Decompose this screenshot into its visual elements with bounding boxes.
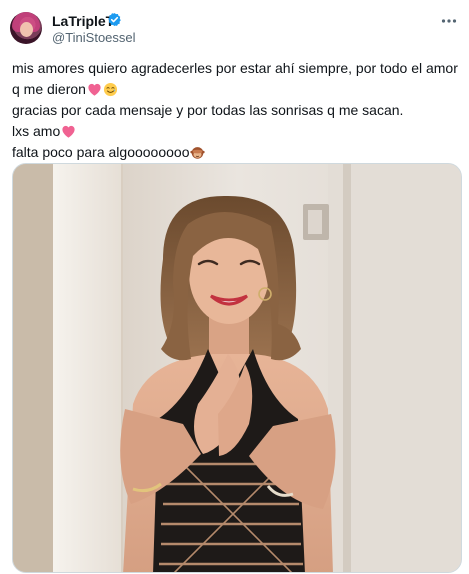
- see-no-evil-monkey-icon: [190, 147, 206, 159]
- tweet-line-4: lxs amo: [12, 121, 462, 142]
- more-options-icon[interactable]: [440, 12, 458, 30]
- tweet-line-5: falta poco para algoooooooo: [12, 142, 462, 163]
- tweet-line-3: gracias por cada mensaje y por todas las…: [12, 102, 404, 118]
- verified-badge-icon: [108, 12, 121, 27]
- tweet-line-1: mis amores quiero agradecerles por estar…: [12, 60, 458, 76]
- tweet-photo[interactable]: [12, 163, 462, 573]
- smiling-face-with-tear-icon: [103, 82, 117, 97]
- author-handle[interactable]: @TiniStoessel: [52, 30, 136, 45]
- author-display-name[interactable]: LaTripleT: [52, 13, 114, 29]
- tweet-line-2: q me dieron: [12, 79, 462, 100]
- photo-woman-in-mirror: [13, 164, 461, 572]
- tweet-text: mis amores quiero agradecerles por estar…: [12, 58, 462, 163]
- pink-heart-icon: [62, 125, 75, 138]
- tweet-card: LaTripleT @TiniStoessel mis amores quier…: [0, 0, 469, 574]
- avatar[interactable]: [10, 12, 42, 44]
- pink-heart-icon: [88, 83, 101, 96]
